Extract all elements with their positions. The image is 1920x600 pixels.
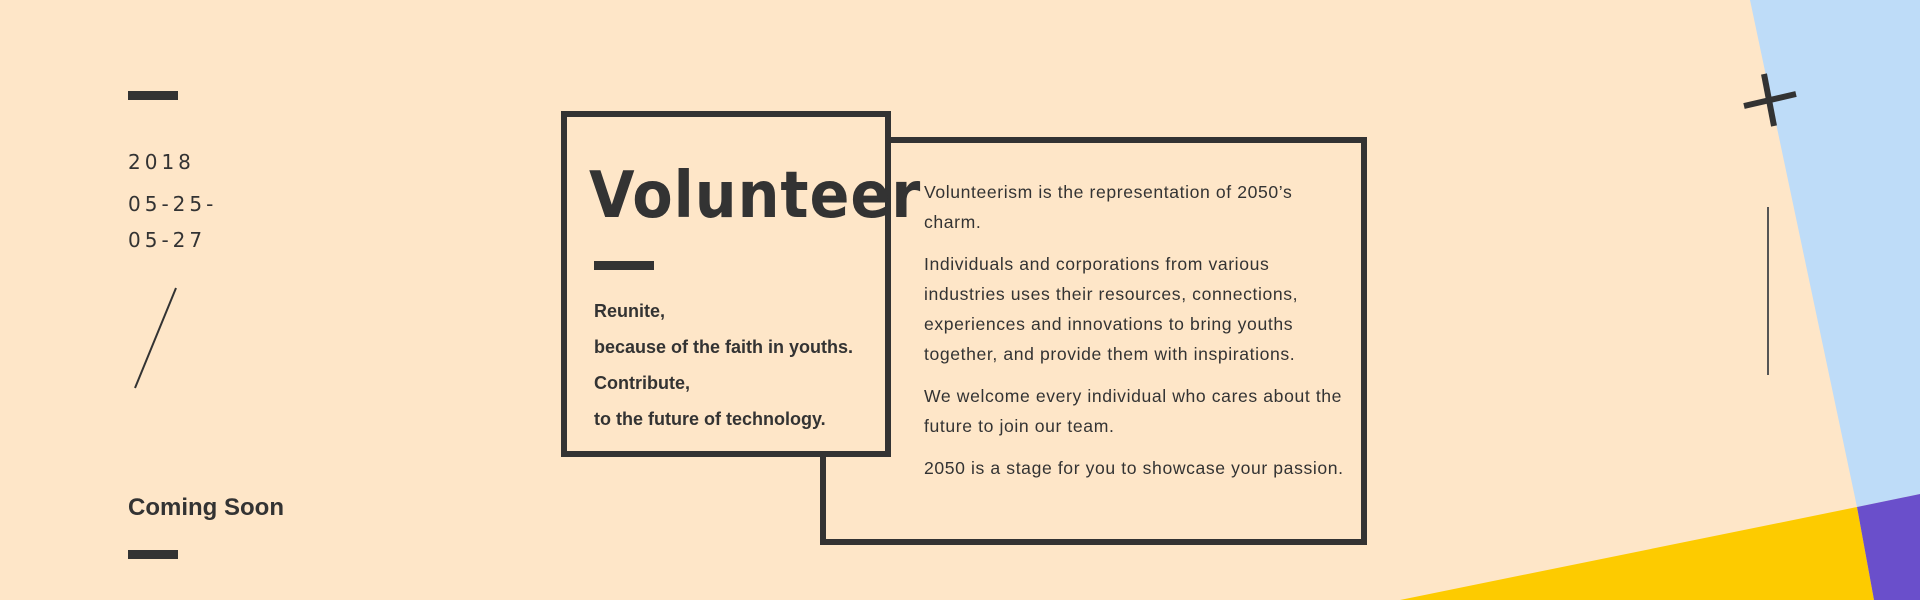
- top-left-dash: [128, 91, 178, 100]
- coming-soon-label: Coming Soon: [128, 494, 284, 521]
- tagline-line: Reunite,: [594, 301, 666, 321]
- date-end: 05-27: [128, 228, 207, 252]
- title-underline: [594, 261, 654, 270]
- description-paragraph: 2050 is a stage for you to showcase your…: [924, 458, 1344, 478]
- yellow-shape: [1400, 507, 1874, 600]
- date-start: 05-25-: [128, 192, 218, 216]
- plus-icon: [1743, 73, 1797, 127]
- vertical-divider-line: [1767, 207, 1769, 375]
- description-paragraph: We welcome every individual who cares ab…: [924, 386, 1343, 436]
- description-paragraph: Volunteerism is the representation of 20…: [924, 182, 1293, 232]
- volunteer-card: Volunteer Reunite, because of the faith …: [561, 111, 920, 457]
- description-text: Volunteerism is the representation of 20…: [924, 177, 1344, 495]
- date-year: 2018: [128, 150, 195, 174]
- tagline-line: because of the faith in youths.: [594, 337, 854, 357]
- tagline-line: to the future of technology.: [594, 409, 826, 429]
- bottom-left-dash: [128, 550, 178, 559]
- slash-icon: [134, 287, 177, 389]
- tagline-line: Contribute,: [594, 373, 690, 393]
- card-title: Volunteer: [589, 159, 922, 233]
- description-paragraph: Individuals and corporations from variou…: [924, 254, 1299, 364]
